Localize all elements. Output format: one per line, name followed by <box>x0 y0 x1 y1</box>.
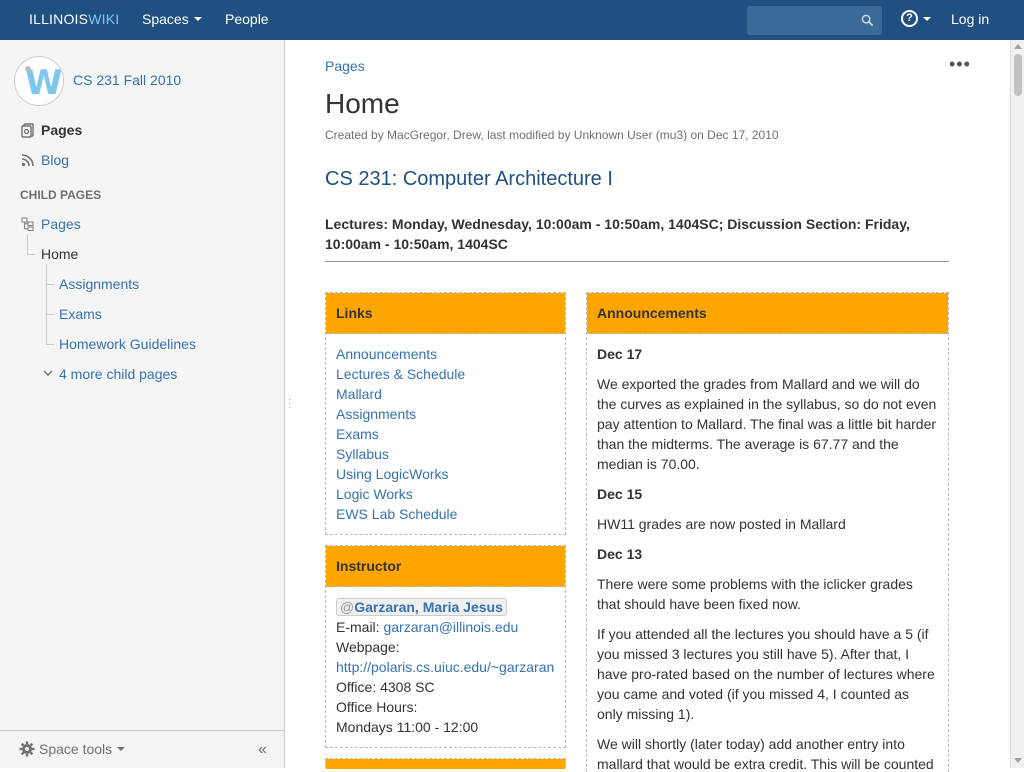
help-menu[interactable]: ? <box>901 10 931 27</box>
links-panel-body: Announcements Lectures & Schedule Mallar… <box>326 334 565 534</box>
announcements-panel-title: Announcements <box>587 293 948 334</box>
gear-icon <box>19 741 35 757</box>
webpage-label: Webpage: <box>336 639 400 655</box>
main-content: Pages ••• Home Created by MacGregor, Dre… <box>285 40 1010 772</box>
tree-connector <box>46 264 47 344</box>
tree-item-home[interactable]: Home <box>41 246 78 262</box>
links-panel-title: Links <box>326 293 565 334</box>
links-panel: Links Announcements Lectures & Schedule … <box>325 292 566 535</box>
divider <box>325 261 949 262</box>
people-link-label: People <box>225 11 269 27</box>
instructor-panel-title: Instructor <box>326 546 565 587</box>
link-assignments[interactable]: Assignments <box>336 404 555 424</box>
people-link[interactable]: People <box>225 11 269 27</box>
link-logic-works[interactable]: Logic Works <box>336 484 555 504</box>
scroll-up-icon[interactable] <box>1014 44 1022 49</box>
link-announcements[interactable]: Announcements <box>336 344 555 364</box>
chevron-down-icon <box>117 747 126 751</box>
tree-connector <box>27 254 35 255</box>
logo-text-prefix: ILLINOIS <box>29 11 89 27</box>
collapse-sidebar-icon[interactable]: « <box>258 741 267 759</box>
tree-item-more-child-pages[interactable]: 4 more child pages <box>59 366 177 382</box>
chevron-down-icon[interactable] <box>43 369 53 377</box>
webpage-link[interactable]: http://polaris.cs.uiuc.edu/~garzaran <box>336 657 555 677</box>
sidebar-item-blog[interactable]: Blog <box>20 152 69 168</box>
child-pages-header: CHILD PAGES <box>20 188 102 202</box>
sidebar-item-pages[interactable]: Pages <box>20 122 82 138</box>
tree-connector <box>46 314 54 315</box>
scroll-thumb[interactable] <box>1014 54 1022 96</box>
email-label: E-mail: <box>336 619 384 635</box>
rss-icon <box>21 154 34 167</box>
lectures-info: Lectures: Monday, Wednesday, 10:00am - 1… <box>325 216 910 252</box>
sidebar-footer: Space tools « <box>0 730 284 768</box>
link-ews-lab-schedule[interactable]: EWS Lab Schedule <box>336 504 555 524</box>
sidebar-item-label: Pages <box>41 122 83 138</box>
instructor-panel: Instructor @Garzaran, Maria Jesus E-mail… <box>325 545 566 748</box>
space-tools-label: Space tools <box>39 741 113 757</box>
space-name-link[interactable]: CS 231 Fall 2010 <box>73 72 181 88</box>
course-heading: CS 231: Computer Architecture I <box>325 168 613 190</box>
page-byline: Created by MacGregor, Drew, last modifie… <box>325 128 779 142</box>
tree-item-exams[interactable]: Exams <box>59 306 102 322</box>
mention-at: @ <box>340 599 355 615</box>
page-tree-icon <box>21 217 34 231</box>
space-sidebar: W CS 231 Fall 2010 Pages Blog CHILD PAGE… <box>0 40 285 768</box>
top-navigation-bar: ILLINOISWIKI Spaces People ? Log in <box>0 0 1024 40</box>
instructor-panel-body: @Garzaran, Maria Jesus E-mail: garzaran@… <box>326 587 565 747</box>
link-exams[interactable]: Exams <box>336 424 555 444</box>
office-info: Office: 4308 SC <box>336 679 435 695</box>
site-logo[interactable]: ILLINOISWIKI <box>29 11 119 27</box>
logo-text-suffix: WIKI <box>88 11 120 27</box>
link-syllabus[interactable]: Syllabus <box>336 444 555 464</box>
announcement-text: We will shortly (later today) add anothe… <box>597 736 934 772</box>
link-mallard[interactable]: Mallard <box>336 384 555 404</box>
announcement-date: Dec 15 <box>597 486 643 502</box>
chevron-down-icon <box>923 16 931 21</box>
search-input[interactable] <box>747 6 882 35</box>
tree-connector <box>46 284 54 285</box>
breadcrumb[interactable]: Pages <box>325 58 365 74</box>
announcements-panel: Announcements Dec 17 We exported the gra… <box>586 292 949 772</box>
instructor-name: Garzaran, Maria Jesus <box>354 599 503 615</box>
spaces-menu[interactable]: Spaces <box>142 11 202 27</box>
email-link[interactable]: garzaran@illinois.edu <box>383 619 518 635</box>
office-hours: Mondays 11:00 - 12:00 <box>336 719 479 735</box>
page-title: Home <box>325 88 400 119</box>
space-avatar-dot <box>25 66 31 72</box>
next-panel <box>325 758 566 769</box>
tree-item-homework-guidelines[interactable]: Homework Guidelines <box>59 336 196 352</box>
space-avatar[interactable]: W <box>14 56 64 106</box>
search-icon <box>861 14 874 27</box>
tree-connector <box>27 234 28 254</box>
spaces-menu-label: Spaces <box>142 11 189 27</box>
tree-item-pages[interactable]: Pages <box>41 216 81 232</box>
more-actions-icon[interactable]: ••• <box>949 54 971 75</box>
announcement-date: Dec 13 <box>597 546 643 562</box>
tree-connector <box>46 344 54 345</box>
announcement-date: Dec 17 <box>597 346 643 362</box>
link-lectures-schedule[interactable]: Lectures & Schedule <box>336 364 555 384</box>
chevron-down-icon <box>193 17 202 21</box>
announcement-text: If you attended all the lectures you sho… <box>597 626 935 722</box>
help-icon: ? <box>901 10 918 27</box>
tree-item-assignments[interactable]: Assignments <box>59 276 139 292</box>
announcement-text: HW11 grades are now posted in Mallard <box>597 516 846 532</box>
announcement-text: There were some problems with the iclick… <box>597 576 913 612</box>
login-link[interactable]: Log in <box>951 11 989 27</box>
announcements-panel-body: Dec 17 We exported the grades from Malla… <box>587 334 948 772</box>
link-using-logicworks[interactable]: Using LogicWorks <box>336 464 555 484</box>
office-hours-label: Office Hours: <box>336 699 418 715</box>
sidebar-item-label: Blog <box>41 152 70 168</box>
user-mention[interactable]: @Garzaran, Maria Jesus <box>336 598 507 616</box>
pages-icon <box>21 123 34 138</box>
announcement-text: We exported the grades from Mallard and … <box>597 376 937 472</box>
space-tools-menu[interactable]: Space tools <box>19 741 126 757</box>
scroll-down-icon[interactable] <box>1014 758 1022 763</box>
page-scrollbar[interactable] <box>1010 40 1024 768</box>
